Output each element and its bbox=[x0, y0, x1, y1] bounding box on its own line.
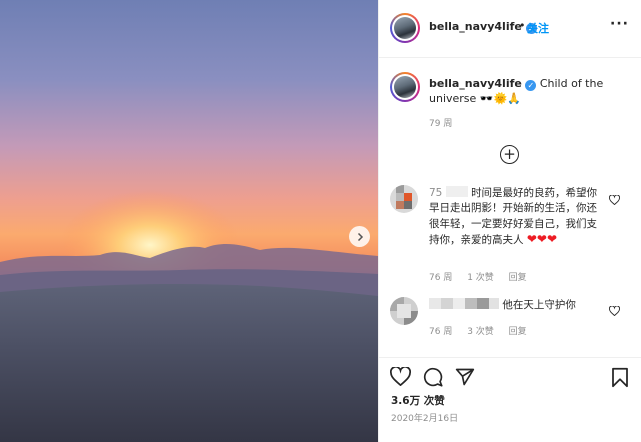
header-separator: • bbox=[519, 19, 526, 32]
send-icon[interactable] bbox=[455, 367, 475, 387]
blurred-username bbox=[429, 298, 441, 309]
sunset-image bbox=[0, 0, 378, 442]
comment-meta: 76 周 1 次赞 回复 bbox=[429, 270, 539, 283]
heart-icon[interactable] bbox=[390, 367, 411, 386]
comment-likes[interactable]: 1 次赞 bbox=[467, 273, 494, 283]
comment-likes[interactable]: 3 次赞 bbox=[467, 327, 494, 337]
bookmark-icon[interactable] bbox=[611, 367, 629, 388]
comment-body: 他在天上守护你 bbox=[502, 299, 576, 311]
caption-time[interactable]: 79 周 bbox=[429, 116, 452, 129]
blurred-username bbox=[489, 298, 499, 309]
heart-icon[interactable] bbox=[609, 306, 620, 316]
likes-count[interactable]: 3.6万 次赞 bbox=[391, 393, 445, 408]
follow-button[interactable]: 关注 bbox=[527, 20, 549, 36]
caption: bella_navy4life ✓ Child of the universe … bbox=[429, 76, 619, 106]
heart-icon[interactable] bbox=[609, 195, 620, 205]
next-image-button[interactable] bbox=[349, 226, 370, 247]
post-photo[interactable] bbox=[0, 0, 378, 442]
comment-text: 他在天上守护你 bbox=[429, 298, 607, 313]
verified-badge-icon: ✓ bbox=[525, 80, 537, 91]
chevron-right-icon bbox=[357, 232, 363, 241]
comment-avatar[interactable] bbox=[390, 297, 418, 325]
avatar[interactable] bbox=[390, 13, 420, 43]
post-date[interactable]: 2020年2月16日 bbox=[391, 411, 458, 424]
comment-text: 75 时间是最好的良药，希望你早日走出阴影！开始新的生活，你还很年轻，一定要好好… bbox=[429, 186, 607, 249]
more-options-button[interactable]: ··· bbox=[610, 16, 629, 32]
comment-username[interactable]: 75 bbox=[429, 187, 442, 199]
username-text[interactable]: bella_navy4life bbox=[429, 20, 522, 33]
comment-avatar[interactable] bbox=[390, 185, 418, 213]
blurred-username bbox=[441, 298, 453, 309]
post-header: bella_navy4life ✓ • 关注 ··· bbox=[379, 0, 641, 58]
post-actions: 3.6万 次赞 2020年2月16日 bbox=[379, 357, 641, 442]
comment-time[interactable]: 76 周 bbox=[429, 327, 452, 337]
caption-username[interactable]: bella_navy4life bbox=[429, 77, 522, 90]
load-more-comments-button[interactable]: + bbox=[500, 145, 519, 164]
reply-button[interactable]: 回复 bbox=[509, 273, 527, 283]
blurred-username bbox=[465, 298, 477, 309]
blurred-username bbox=[453, 298, 465, 309]
heart-emoji: ❤ bbox=[536, 232, 547, 247]
heart-emoji: ❤ bbox=[546, 232, 558, 247]
comment-meta: 76 周 3 次赞 回复 bbox=[429, 324, 539, 337]
caption-avatar[interactable] bbox=[390, 72, 420, 102]
blurred-username bbox=[445, 186, 468, 197]
comment-icon[interactable] bbox=[423, 367, 443, 387]
reply-button[interactable]: 回复 bbox=[509, 327, 527, 337]
comment-time[interactable]: 76 周 bbox=[429, 273, 452, 283]
caption-emoji: 🕶️🌞🙏 bbox=[479, 92, 521, 105]
post-side-panel: bella_navy4life ✓ • 关注 ··· bella_navy4li… bbox=[378, 0, 641, 442]
heart-emoji: ❤ bbox=[526, 232, 537, 247]
plus-circle-icon: + bbox=[503, 145, 516, 163]
blurred-username bbox=[477, 298, 489, 309]
